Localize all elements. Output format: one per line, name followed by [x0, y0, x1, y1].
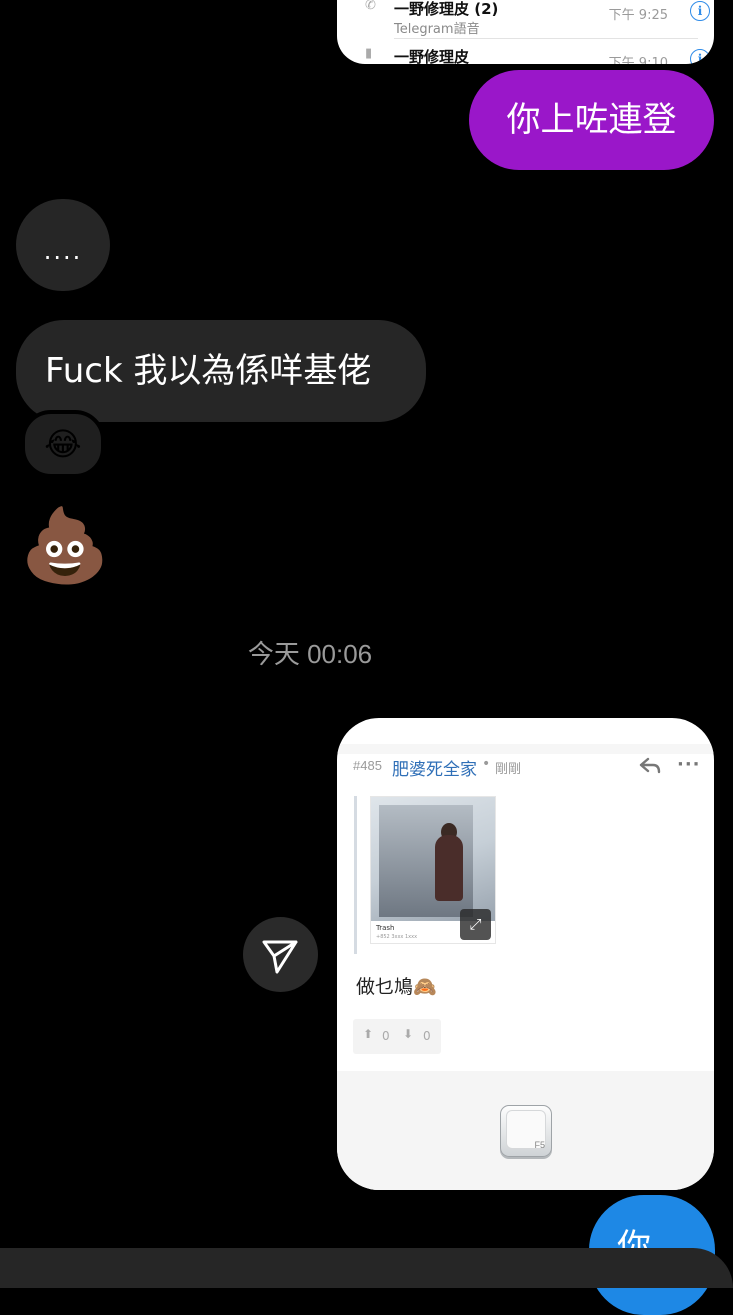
- expand-icon[interactable]: ⤢: [460, 909, 491, 940]
- call-time: 下午 9:10: [608, 56, 668, 64]
- info-icon[interactable]: i: [690, 49, 710, 64]
- image-person: [435, 835, 463, 901]
- post-author-link[interactable]: 肥婆死全家: [392, 755, 477, 780]
- more-options-icon[interactable]: ···: [677, 754, 701, 775]
- reply-icon[interactable]: [639, 756, 661, 776]
- vote-box: ⬆ 0 ⬇ 0: [353, 1019, 441, 1054]
- quote-bar: [354, 796, 357, 954]
- call-contact-name: 一野修理皮 (2): [394, 0, 499, 18]
- image-caption: Trash: [376, 924, 395, 932]
- call-contact-name: 一野修理皮: [394, 48, 470, 64]
- post-time: 剛剛: [495, 762, 522, 777]
- call-log-row[interactable]: ▮ 一野修理皮 下午 9:10 i: [337, 46, 714, 64]
- outgoing-message[interactable]: 你上咗連登: [469, 70, 714, 170]
- downvote-count: 0: [423, 1029, 431, 1043]
- incoming-message[interactable]: Fuck 我以為係咩基佬: [16, 320, 426, 422]
- upvote-count: 0: [382, 1029, 390, 1043]
- post-text: 做乜鳩🙈: [356, 976, 437, 998]
- call-time: 下午 9:25: [608, 8, 668, 23]
- forward-button[interactable]: [243, 917, 318, 992]
- reaction-emoji[interactable]: 😂: [21, 410, 105, 478]
- info-icon[interactable]: i: [690, 1, 710, 21]
- upvote-icon[interactable]: ⬆: [363, 1027, 373, 1041]
- emoji-message[interactable]: 💩: [20, 505, 110, 585]
- separator-dot: •: [482, 756, 491, 772]
- date-separator: 今天 00:06: [247, 639, 373, 669]
- downvote-icon[interactable]: ⬇: [403, 1027, 413, 1041]
- card-header-strip: [337, 744, 714, 754]
- divider: [394, 38, 698, 39]
- post-number: #485: [353, 758, 382, 773]
- f5-key-icon[interactable]: F5: [500, 1105, 552, 1157]
- call-type: Telegram語音: [394, 22, 480, 37]
- shared-forum-post-card[interactable]: #485 肥婆死全家 • 剛剛 ··· Trash +852 3xxx 1xxx…: [337, 718, 714, 1190]
- bottom-composer-bar: [0, 1248, 733, 1288]
- shared-call-log-card[interactable]: ✆ 一野修理皮 (2) Telegram語音 下午 9:25 i ▮ 一野修理皮…: [337, 0, 714, 64]
- call-log-row[interactable]: ✆ 一野修理皮 (2) Telegram語音 下午 9:25 i: [337, 0, 714, 50]
- incoming-message[interactable]: ....: [16, 199, 110, 291]
- phone-icon: ✆: [365, 0, 376, 13]
- send-icon: [262, 940, 298, 974]
- video-icon: ▮: [365, 46, 373, 61]
- key-label: F5: [534, 1140, 545, 1150]
- image-phone: +852 3xxx 1xxx: [376, 934, 418, 940]
